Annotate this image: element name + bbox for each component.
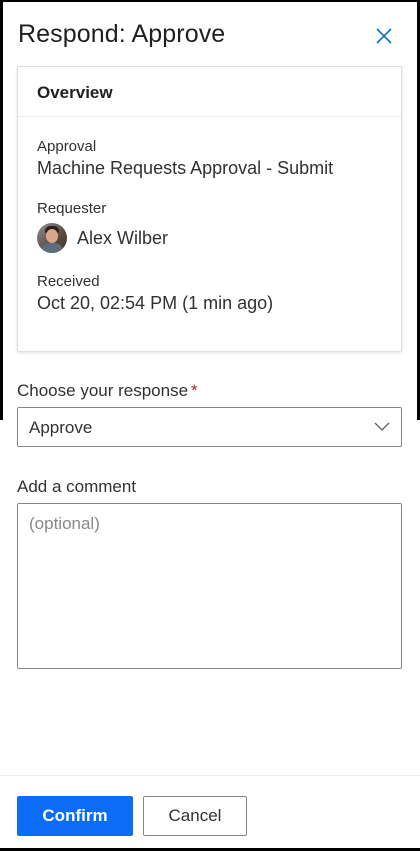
approval-label: Approval xyxy=(37,138,97,155)
cancel-button[interactable]: Cancel xyxy=(143,796,247,836)
panel-title: Respond: Approve xyxy=(18,20,226,48)
respond-panel: Respond: Approve Overview Approval Machi… xyxy=(0,0,420,851)
received-field: Received Oct 20, 02:54 PM (1 min ago) xyxy=(37,273,273,314)
requester-name: Alex Wilber xyxy=(77,227,169,248)
overview-header: Overview xyxy=(18,67,401,117)
requester-field: Requester Alex Wilber xyxy=(37,200,168,253)
approval-field: Approval Machine Requests Approval - Sub… xyxy=(37,138,333,179)
close-button[interactable] xyxy=(374,26,394,46)
response-selected-value: Approve xyxy=(29,418,93,437)
frame-edge-top xyxy=(0,0,420,2)
close-icon xyxy=(376,28,392,44)
response-label: Choose your response * xyxy=(17,381,198,401)
frame-edge-left xyxy=(0,0,3,420)
overview-card: Overview Approval Machine Requests Appro… xyxy=(17,66,402,352)
response-label-text: Choose your response xyxy=(17,381,189,400)
comment-textarea[interactable] xyxy=(17,503,402,669)
response-dropdown[interactable]: Approve xyxy=(17,407,402,447)
confirm-button[interactable]: Confirm xyxy=(17,796,133,836)
approval-value: Machine Requests Approval - Submit xyxy=(37,158,334,178)
chevron-down-icon xyxy=(374,422,390,431)
requester-row: Alex Wilber xyxy=(37,223,168,253)
received-label: Received xyxy=(37,273,100,290)
avatar xyxy=(37,223,67,253)
footer-divider xyxy=(0,775,420,776)
required-marker: * xyxy=(191,381,198,400)
received-value: Oct 20, 02:54 PM (1 min ago) xyxy=(37,293,274,313)
requester-label: Requester xyxy=(37,200,107,217)
comment-label: Add a comment xyxy=(17,477,137,496)
